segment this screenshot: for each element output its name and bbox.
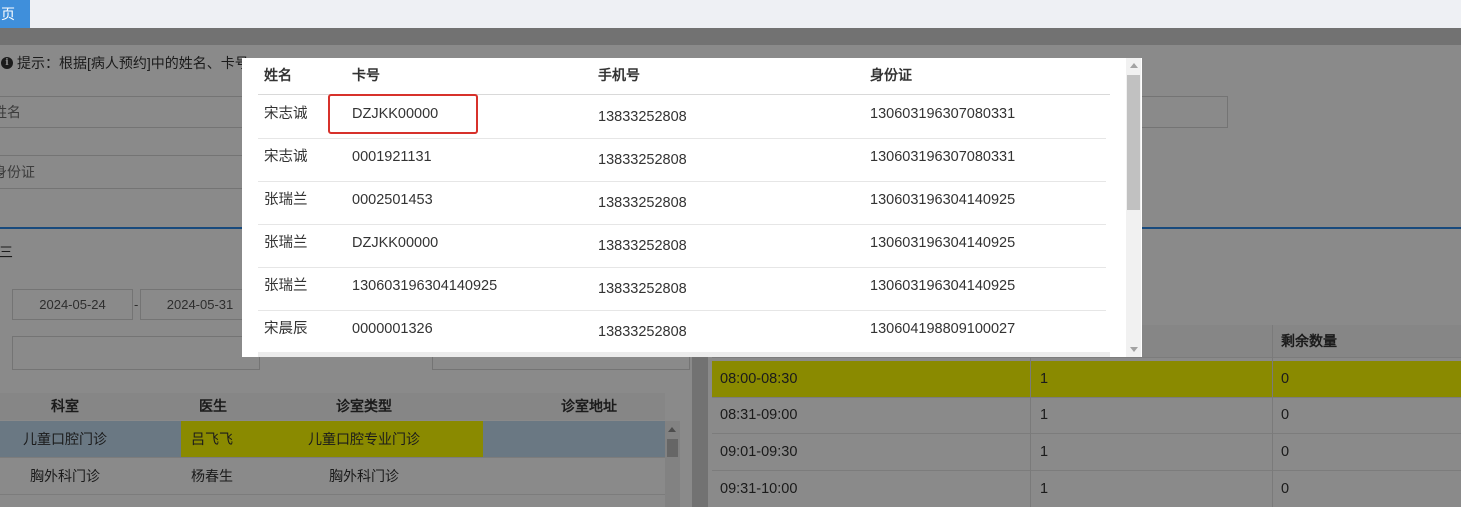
patient-name: 宋晨辰: [264, 321, 308, 337]
patient-name: 宋志诚: [264, 106, 308, 122]
patient-id-card: 130603196304140925: [870, 278, 1016, 294]
patient-select-modal: 姓名 卡号 手机号 身份证 宋志诚 DZJKK00000 13833252808…: [242, 58, 1142, 357]
patient-name: 张瑞兰: [264, 278, 308, 294]
scroll-down-arrow-icon[interactable]: [1130, 347, 1138, 352]
modal-header-name: 姓名: [264, 67, 292, 83]
patient-row[interactable]: 张瑞兰 130603196304140925 13833252808 13060…: [258, 268, 1106, 311]
patient-phone: 13833252808: [598, 195, 687, 211]
patient-phone: 13833252808: [598, 238, 687, 254]
patient-name: 宋志诚: [264, 149, 308, 165]
modal-header-phone: 手机号: [598, 67, 640, 83]
modal-header-card-no: 卡号: [352, 67, 380, 83]
card-no-annotation-box: [328, 94, 478, 134]
patient-id-card: 130603196304140925: [870, 235, 1016, 251]
patient-card-no: DZJKK00000: [352, 235, 439, 251]
modal-header-id-card: 身份证: [870, 67, 912, 83]
tab-bar: 页: [0, 0, 1461, 28]
patient-card-no: 0000001326: [352, 321, 433, 337]
patient-card-no: 0001921131: [352, 149, 432, 165]
patient-id-card: 130603196307080331: [870, 106, 1016, 122]
patient-row[interactable]: 张瑞兰 DZJKK00000 13833252808 1306031963041…: [258, 225, 1106, 268]
patient-card-no: 130603196304140925: [352, 278, 498, 294]
modal-scrollbar[interactable]: [1126, 58, 1141, 357]
patient-row[interactable]: 张瑞兰 0002501453 13833252808 1306031963041…: [258, 182, 1106, 225]
patient-name: 张瑞兰: [264, 192, 308, 208]
scroll-up-arrow-icon[interactable]: [1130, 63, 1138, 68]
patient-card-no: 0002501453: [352, 192, 433, 208]
patient-row[interactable]: 宋志诚 0001921131 13833252808 1306031963070…: [258, 139, 1106, 182]
horizontal-scrollbar[interactable]: [258, 352, 1110, 357]
patient-id-card: 130604198809100027: [870, 321, 1016, 337]
patient-id-card: 130603196307080331: [870, 149, 1016, 165]
patient-id-card: 130603196304140925: [870, 192, 1016, 208]
patient-name: 张瑞兰: [264, 235, 308, 251]
patient-row[interactable]: 宋晨辰 0000001326 13833252808 1306041988091…: [258, 311, 1106, 354]
patient-phone: 13833252808: [598, 109, 687, 125]
tab-home[interactable]: 页: [0, 0, 30, 28]
patient-phone: 13833252808: [598, 281, 687, 297]
patient-phone: 13833252808: [598, 324, 687, 340]
scrollbar-thumb[interactable]: [1127, 75, 1140, 210]
patient-phone: 13833252808: [598, 152, 687, 168]
